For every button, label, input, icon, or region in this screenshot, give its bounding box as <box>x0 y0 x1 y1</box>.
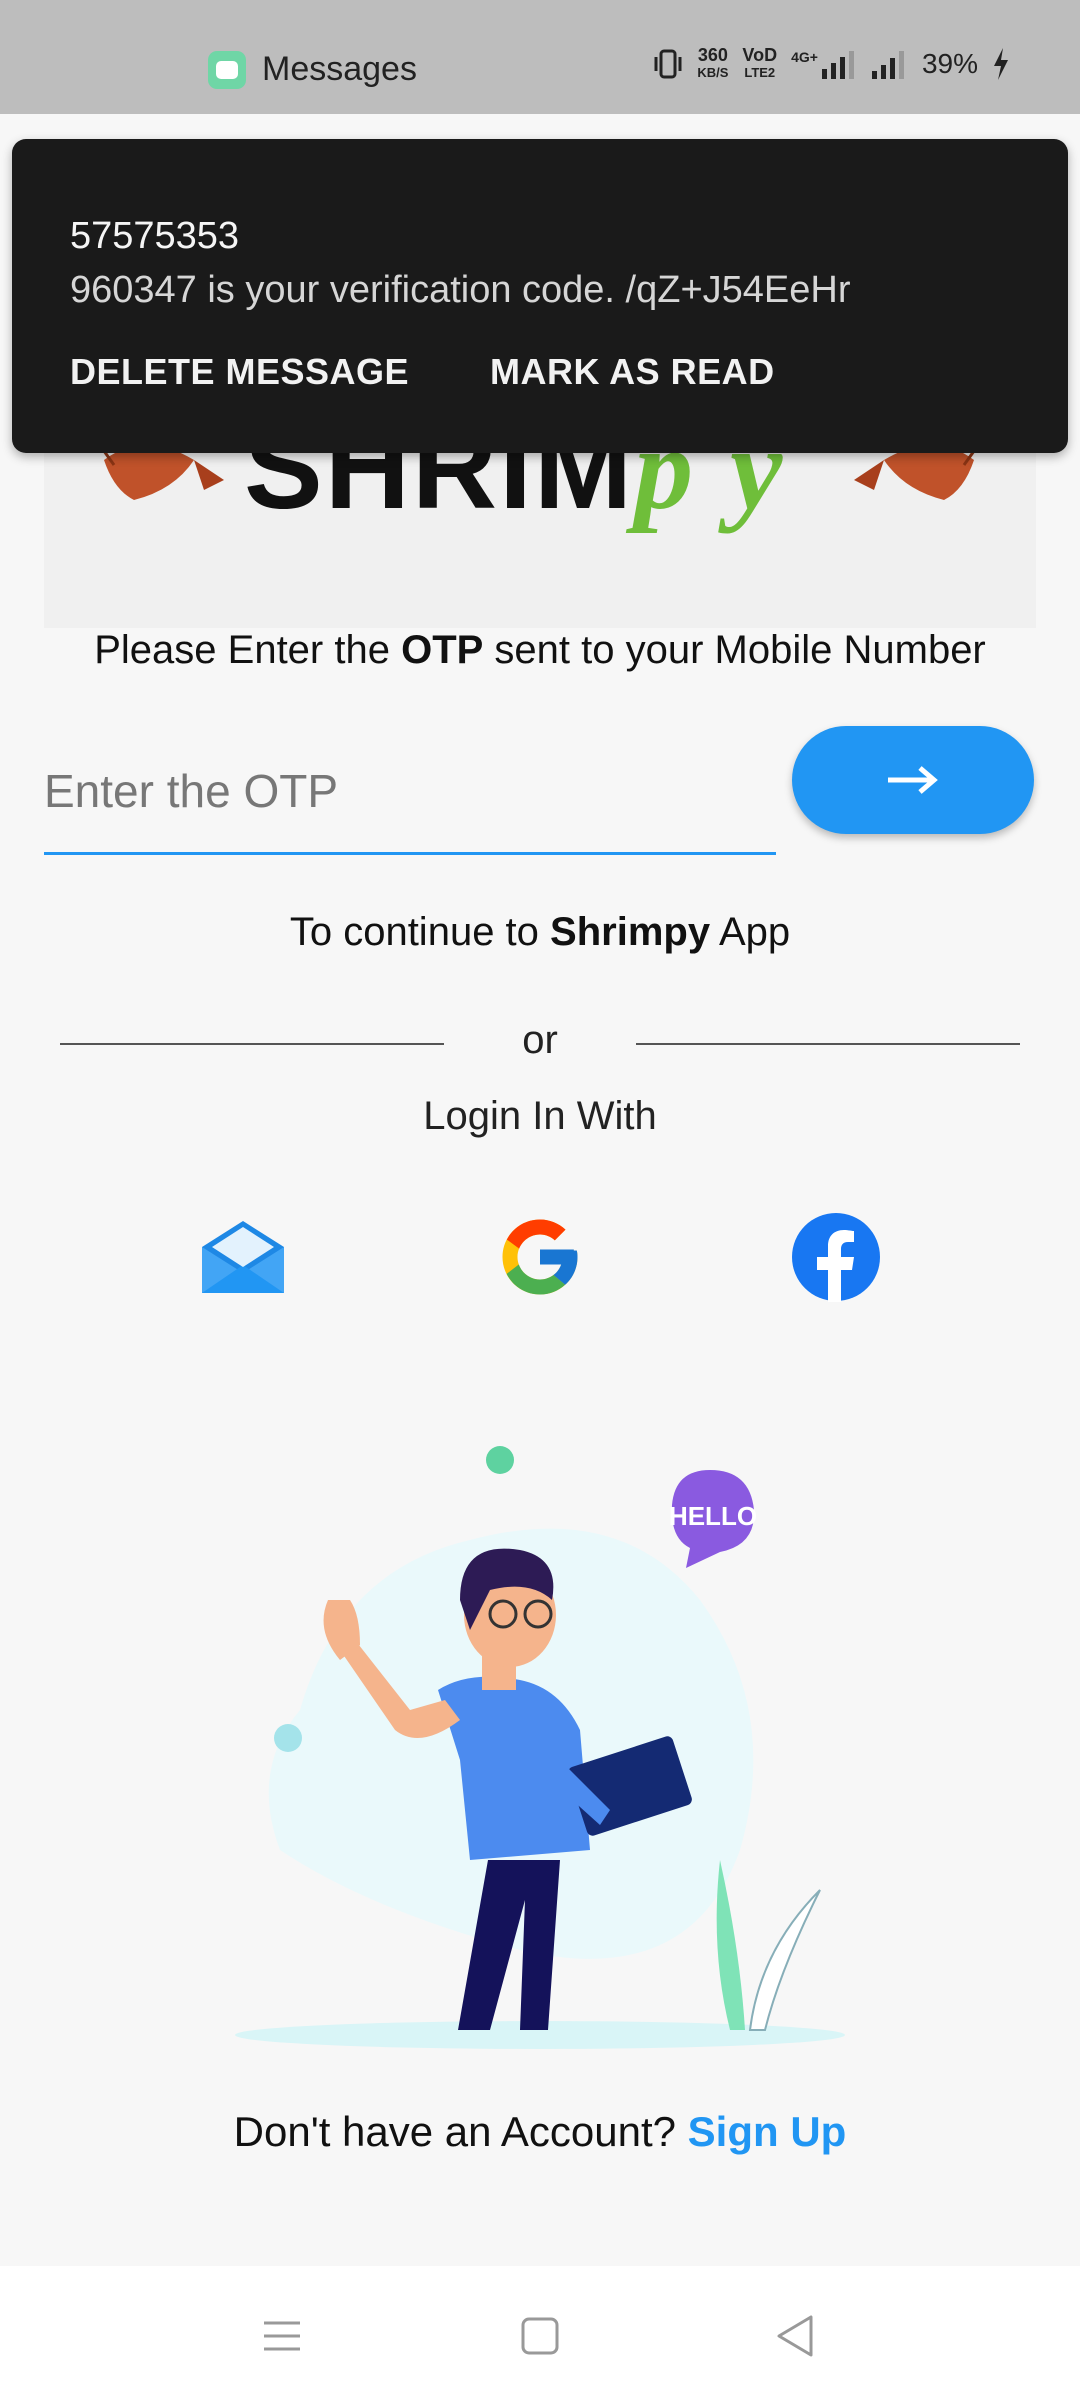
vibrate-icon <box>654 49 682 79</box>
status-notification-app: Messages <box>208 50 417 89</box>
otp-input[interactable] <box>44 730 776 852</box>
svg-text:HELLO: HELLO <box>669 1501 757 1531</box>
signal-4g-icon: 4G+ <box>791 49 858 79</box>
google-login-button[interactable] <box>495 1212 585 1302</box>
facebook-login-button[interactable] <box>791 1212 881 1302</box>
messages-app-icon <box>208 50 246 89</box>
sms-notification[interactable]: 57575353 960347 is your verification cod… <box>12 139 1068 453</box>
continue-text: To continue to Shrimpy App <box>289 910 791 954</box>
otp-field[interactable] <box>44 730 776 855</box>
sign-up-link[interactable]: Sign Up <box>688 2108 847 2155</box>
home-square-icon <box>521 2317 559 2355</box>
submit-otp-button[interactable] <box>792 726 1034 834</box>
status-app-name: Messages <box>262 50 417 88</box>
login-with-label: Login In With <box>423 1094 657 1138</box>
signup-text: Don't have an Account? <box>233 2108 688 2155</box>
status-bar: Messages 360 KB/S VoD LTE2 4G+ 39% <box>0 0 1080 114</box>
facebook-icon <box>792 1213 880 1302</box>
notification-body: 960347 is your verification code. /qZ+J5… <box>70 269 851 311</box>
charging-icon <box>994 48 1008 80</box>
notification-sender: 57575353 <box>70 215 240 257</box>
divider-right <box>636 1043 1020 1045</box>
mail-icon <box>202 1221 284 1293</box>
back-button[interactable] <box>765 2306 825 2366</box>
network-speed: 360 KB/S <box>697 45 729 80</box>
battery-percent: 39% <box>921 48 978 79</box>
status-icons: 360 KB/S VoD LTE2 4G+ 39% <box>653 46 1010 82</box>
home-button[interactable] <box>510 2306 570 2366</box>
or-label: or <box>522 1018 558 1062</box>
hello-bubble: HELLO <box>669 1470 757 1568</box>
mark-as-read-button[interactable]: MARK AS READ <box>490 351 775 393</box>
otp-prompt: Please Enter the OTP sent to your Mobile… <box>94 628 986 672</box>
welcome-illustration: HELLO <box>235 1446 845 2049</box>
email-login-button[interactable] <box>198 1212 288 1302</box>
volte-indicator: VoD LTE2 <box>742 45 778 80</box>
arrow-right-icon <box>888 766 938 794</box>
google-icon <box>502 1219 578 1295</box>
navigation-bar <box>0 2266 1080 2400</box>
menu-icon <box>264 2321 300 2351</box>
menu-button[interactable] <box>252 2306 312 2366</box>
signup-row: Don't have an Account? Sign Up <box>0 2108 1080 2156</box>
back-triangle-icon <box>777 2315 813 2357</box>
signal-icon <box>871 51 904 79</box>
delete-message-button[interactable]: DELETE MESSAGE <box>70 351 409 393</box>
